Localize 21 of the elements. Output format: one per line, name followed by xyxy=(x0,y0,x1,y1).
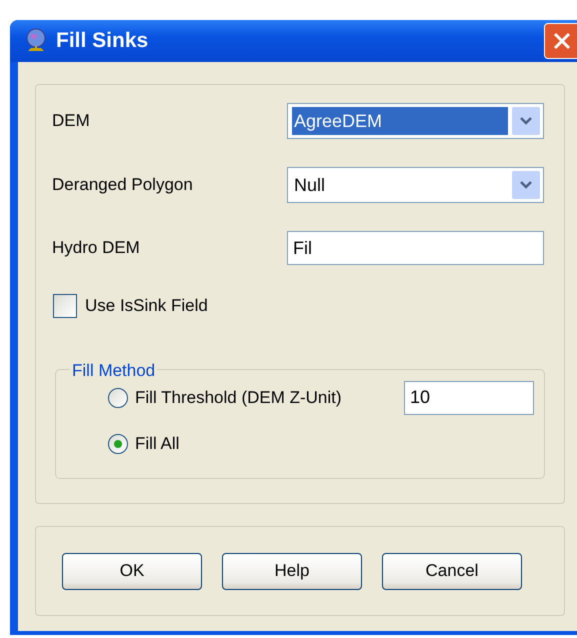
dropdown[interactable]: Null xyxy=(287,167,544,203)
dialog-button[interactable]: OK xyxy=(62,552,202,590)
radio-button[interactable] xyxy=(108,434,128,454)
radio-label: Fill All xyxy=(135,432,180,455)
input-field[interactable]: 10 xyxy=(404,380,534,414)
dialog-button[interactable]: Cancel xyxy=(382,552,522,590)
field-label: Deranged Polygon xyxy=(52,174,193,196)
radio-button[interactable] xyxy=(108,388,128,408)
checkbox[interactable] xyxy=(53,294,77,318)
window-title: Fill Sinks xyxy=(56,28,150,54)
dropdown-value: Null xyxy=(293,174,326,196)
close-icon xyxy=(552,31,572,51)
field-label: Hydro DEM xyxy=(52,237,140,260)
field-label: DEM xyxy=(52,110,90,132)
close-button[interactable] xyxy=(544,23,577,59)
dropdown[interactable]: AgreeDEM xyxy=(287,103,544,139)
radio-label: Fill Threshold (DEM Z-Unit) xyxy=(135,386,342,409)
dropdown-value: AgreeDEM xyxy=(292,107,508,135)
input-field[interactable]: Fil xyxy=(287,231,544,265)
checkbox-label: Use IsSink Field xyxy=(85,295,208,317)
dialog-button[interactable]: Help xyxy=(222,552,362,590)
